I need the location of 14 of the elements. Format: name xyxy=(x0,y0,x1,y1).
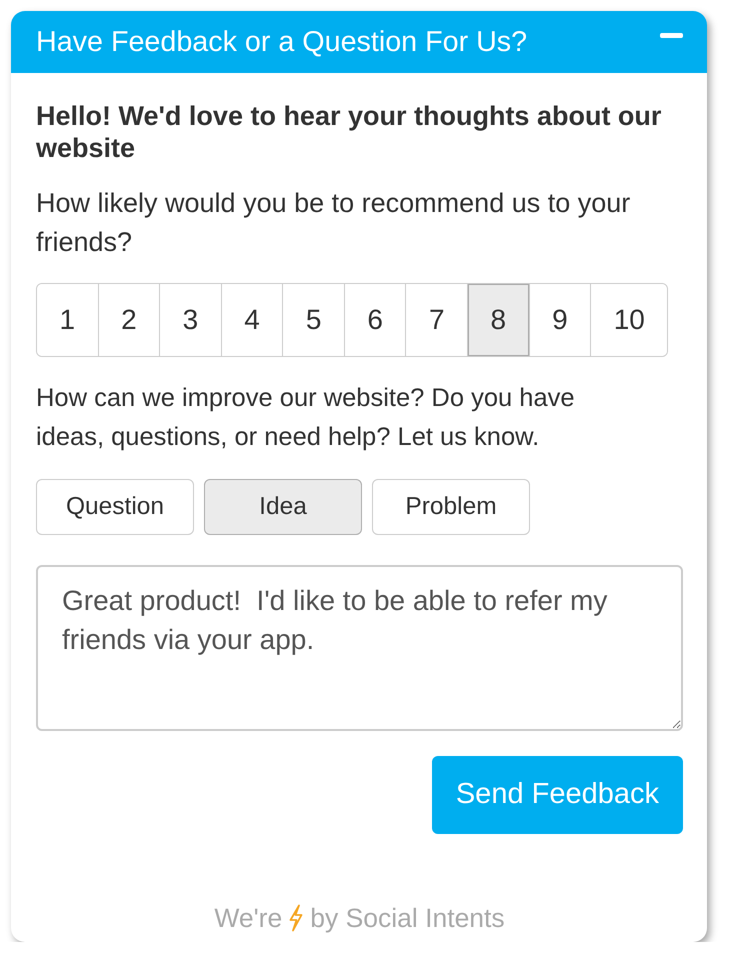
minimize-icon[interactable] xyxy=(660,32,683,38)
intro-heading: Hello! We'd love to hear your thoughts about our website xyxy=(36,100,662,164)
lightning-bolt-icon xyxy=(288,904,304,932)
footer-text: by Social Intents xyxy=(310,903,505,933)
widget-title: Have Feedback or a Question For Us? xyxy=(36,25,528,59)
footer-text: We're xyxy=(214,903,282,933)
message-field[interactable]: Great product! I'd like to be able to refer my friends via your app. xyxy=(36,565,683,731)
rating-option[interactable]: 10 xyxy=(590,284,668,356)
rating-option[interactable]: 8 xyxy=(467,284,529,356)
category-button[interactable]: Problem xyxy=(372,479,530,535)
category-button[interactable]: Question xyxy=(36,479,194,535)
feedback-prompt: How can we improve our website? Do you have ideas, questions, or need help? Let us know. xyxy=(36,383,576,452)
rating-question: How likely would you be to recommend us to your friends? xyxy=(36,187,632,258)
category-button[interactable]: Idea xyxy=(204,479,362,535)
